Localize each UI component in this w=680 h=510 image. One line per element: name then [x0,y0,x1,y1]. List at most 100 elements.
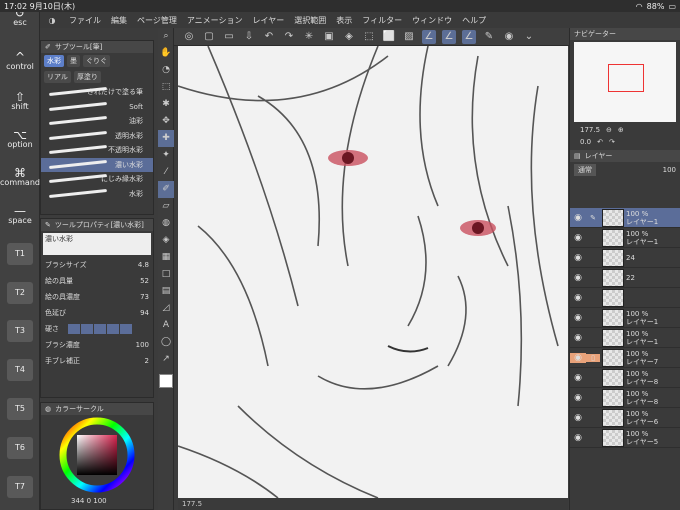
brush-item[interactable]: 透明水彩 [41,129,153,144]
transform-icon[interactable]: ⬚ [362,30,376,44]
ruler-icon[interactable]: ◿ [158,300,174,317]
save-icon[interactable]: ⇩ [242,30,256,44]
layer-row[interactable]: ◉ ✎ 100 % レイヤー1 [570,208,680,228]
app-icon[interactable]: ◎ [182,30,196,44]
blend-mode-select[interactable]: 通常 [574,164,596,176]
menu-view[interactable]: 表示 [331,15,357,26]
tab-real[interactable]: リアル [44,71,71,83]
clear-icon[interactable]: ▣ [322,30,336,44]
redo-icon[interactable]: ↷ [282,30,296,44]
brush-size-row[interactable]: ブラシサイズ 4.8 [41,257,153,273]
zoom-icon[interactable]: ⌕ [158,28,174,45]
undo-icon[interactable]: ↶ [262,30,276,44]
layer-row[interactable]: ◉ 100 % レイヤー6 [570,408,680,428]
eye-icon[interactable]: ◉ [570,253,586,263]
tab-watercolor[interactable]: 水彩 [44,55,64,67]
move-icon[interactable]: ✥ [158,113,174,130]
select-icon[interactable]: ⬚ [158,79,174,96]
layer-row[interactable]: ◉ 100 % レイヤー5 [570,428,680,448]
menu-filter[interactable]: フィルター [357,15,407,26]
rotate-right-icon[interactable]: ↷ [609,138,615,146]
brush-item[interactable]: 油彩 [41,114,153,129]
command-key[interactable]: ⌘ command [0,167,40,188]
lasso-icon[interactable]: ✱ [158,96,174,113]
eye-icon[interactable]: ◉ [570,213,586,223]
eye-icon[interactable]: ◉ [570,393,586,403]
eye-icon[interactable]: ◉ [570,333,586,343]
menu-window[interactable]: ウィンドウ [407,15,457,26]
eyedropper-icon[interactable]: ⁄ [158,164,174,181]
t2-button[interactable]: T2 [7,282,33,304]
figure-icon[interactable]: □ [158,266,174,283]
t1-button[interactable]: T1 [7,243,33,265]
layer-row[interactable]: ◉ ▯ 100 % レイヤー7 [570,348,680,368]
move-layer-icon[interactable]: ✚ [158,130,174,147]
chevron-down-icon[interactable]: ⌄ [522,30,536,44]
clip-studio-logo-icon[interactable]: ◑ [40,16,64,25]
deselect-icon[interactable]: ⬜ [382,30,396,44]
tab-thick[interactable]: 厚塗り [73,71,101,83]
layer-opacity[interactable]: 100 [663,166,676,174]
eye-icon[interactable]: ◉ [570,433,586,443]
open-folder-icon[interactable]: ▭ [222,30,236,44]
color-wheel[interactable] [41,415,153,495]
eye-icon[interactable]: ◉ [570,313,586,323]
eye-icon[interactable]: ◉ [570,293,586,303]
eye-icon[interactable]: ◉ [570,413,586,423]
menu-animation[interactable]: アニメーション [182,15,248,26]
text-icon[interactable]: A [158,317,174,334]
menu-selection[interactable]: 選択範囲 [289,15,331,26]
brush-item[interactable]: 水彩 [41,187,153,202]
paint-density-row[interactable]: 絵の具濃度 73 [41,289,153,305]
eye-icon[interactable]: ◉ [502,30,516,44]
frame-icon[interactable]: ▤ [158,283,174,300]
tab-ink[interactable]: 墨 [67,55,80,67]
rotate-icon[interactable]: ◔ [158,62,174,79]
drawing-canvas[interactable] [178,46,568,498]
paint-amount-row[interactable]: 絵の具量 52 [41,273,153,289]
eraser-icon[interactable]: ▱ [158,198,174,215]
hand-icon[interactable]: ✋ [158,45,174,62]
t6-button[interactable]: T6 [7,437,33,459]
loading-icon[interactable]: ✳ [302,30,316,44]
t3-button[interactable]: T3 [7,320,33,342]
rotate-left-icon[interactable]: ↶ [597,138,603,146]
layer-row[interactable]: ◉ 100 % レイヤー1 [570,328,680,348]
layer-row[interactable]: ◉ 100 % レイヤー8 [570,388,680,408]
brush-tool-icon[interactable]: ✐ [158,181,174,198]
new-file-icon[interactable]: ▢ [202,30,216,44]
brush-density-row[interactable]: ブラシ濃度 100 [41,337,153,353]
eye-icon[interactable]: ◉ [570,352,586,363]
blend-icon[interactable]: ◍ [158,215,174,232]
layer-row[interactable]: ◉ 100 % レイヤー8 [570,368,680,388]
eyedropper-icon[interactable]: ✎ [482,30,496,44]
layer-row[interactable]: ◉ 100 % レイヤー1 [570,308,680,328]
hardness-row[interactable]: 硬さ [41,321,153,337]
t4-button[interactable]: T4 [7,359,33,381]
ruler-snap-icon[interactable]: ∠ [422,29,436,44]
main-color-swatch[interactable] [159,374,173,388]
menu-help[interactable]: ヘルプ [457,15,491,26]
special-ruler-snap-icon[interactable]: ∠ [442,29,456,44]
layer-row[interactable]: ◉ 24 [570,248,680,268]
layer-row[interactable]: ◉ [570,288,680,308]
tab-scribble[interactable]: ぐりぐ [83,55,110,67]
menu-edit[interactable]: 編集 [106,15,132,26]
fill-tool-icon[interactable]: ◈ [158,232,174,249]
stabilization-row[interactable]: 手ブレ補正 2 [41,353,153,369]
layer-row[interactable]: ◉ 100 % レイヤー1 [570,228,680,248]
grid-snap-icon[interactable]: ∠ [462,29,476,44]
gradient-icon[interactable]: ▦ [158,249,174,266]
auto-select-icon[interactable]: ✦ [158,147,174,164]
balloon-icon[interactable]: ◯ [158,334,174,351]
t5-button[interactable]: T5 [7,398,33,420]
space-key[interactable]: — space [0,205,40,226]
shift-key[interactable]: ⇧ shift [0,91,40,112]
navigator-preview[interactable] [574,42,676,122]
eye-icon[interactable]: ◉ [570,373,586,383]
menu-file[interactable]: ファイル [64,15,106,26]
menu-page[interactable]: ページ管理 [132,15,182,26]
brush-item[interactable]: されだけで塗る筆 [41,85,153,100]
eye-icon[interactable]: ◉ [570,273,586,283]
zoom-out-icon[interactable]: ⊖ [606,126,612,134]
